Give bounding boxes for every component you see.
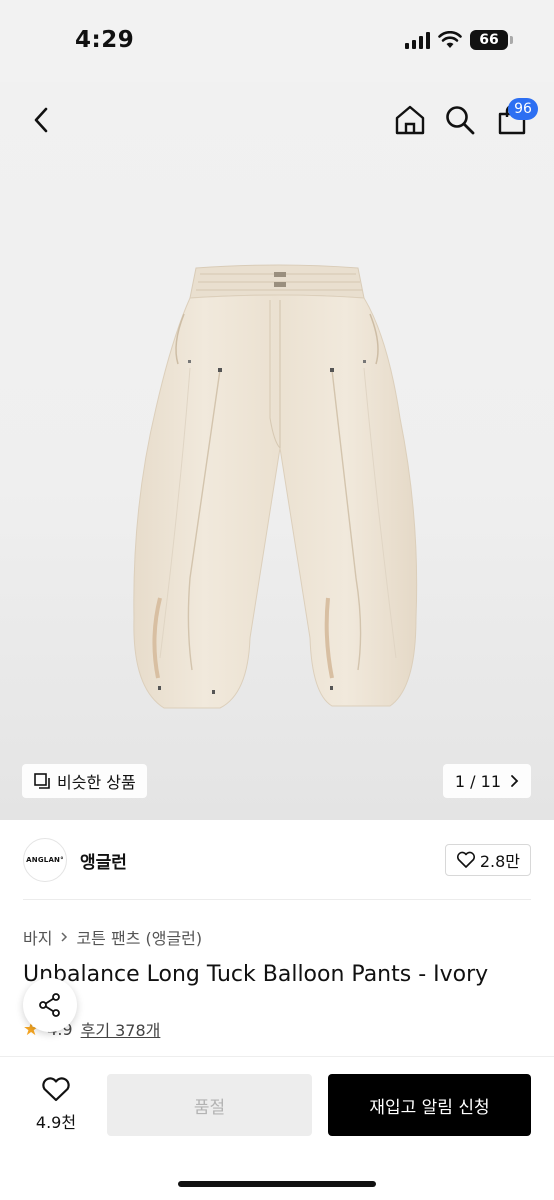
home-icon xyxy=(395,105,425,135)
brand-logo[interactable]: ANGLAN° xyxy=(23,838,67,882)
wishlist-button[interactable]: 4.9천 xyxy=(26,1075,86,1135)
wifi-icon xyxy=(438,31,462,48)
status-time: 4:29 xyxy=(75,27,135,53)
product-gallery[interactable]: 96 비슷한 상품 1 / 11 xyxy=(0,82,554,820)
wishlist-count: 4.9천 xyxy=(35,1113,77,1132)
image-page-indicator[interactable]: 1 / 11 xyxy=(442,764,531,798)
restock-alert-button[interactable]: 재입고 알림 신청 xyxy=(328,1074,531,1136)
status-bar: 4:29 66 xyxy=(0,0,554,82)
brand-row: ANGLAN° 앵글런 2.8만 xyxy=(0,836,554,884)
heart-icon xyxy=(456,851,475,868)
chevron-right-icon xyxy=(511,775,519,787)
home-indicator[interactable] xyxy=(178,1181,376,1187)
breadcrumb-subcategory[interactable]: 코튼 팬츠 (앵글런) xyxy=(76,925,202,949)
breadcrumb: 바지 코튼 팬츠 (앵글런) xyxy=(23,925,202,949)
heart-icon xyxy=(42,1077,70,1102)
chevron-right-icon xyxy=(61,932,68,942)
soldout-button[interactable]: 품절 xyxy=(107,1074,312,1136)
share-button[interactable] xyxy=(23,978,77,1032)
back-icon xyxy=(34,107,48,133)
back-button[interactable] xyxy=(24,102,58,138)
battery-level: 66 xyxy=(479,32,499,48)
share-icon xyxy=(39,993,60,1017)
search-button[interactable] xyxy=(442,102,478,138)
cart-button[interactable]: 96 xyxy=(494,98,538,138)
brand-like-count: 2.8만 xyxy=(479,852,520,871)
search-icon xyxy=(446,106,475,135)
similar-products-label: 비슷한 상품 xyxy=(57,773,136,792)
similar-icon xyxy=(34,773,50,789)
product-image xyxy=(133,264,418,709)
similar-products-button[interactable]: 비슷한 상품 xyxy=(22,764,147,798)
brand-like-button[interactable]: 2.8만 xyxy=(444,844,531,876)
page-indicator-text: 1 / 11 xyxy=(454,771,501,791)
divider xyxy=(23,899,531,900)
signal-icon xyxy=(405,31,430,49)
battery-icon: 66 xyxy=(470,30,513,50)
reviews-link[interactable]: 후기 378개 xyxy=(81,1017,161,1041)
brand-name[interactable]: 앵글런 xyxy=(80,848,127,873)
home-button[interactable] xyxy=(392,102,428,138)
top-nav: 96 xyxy=(0,82,554,158)
status-icons: 66 xyxy=(405,30,513,50)
cart-count-badge: 96 xyxy=(508,98,538,120)
bottom-action-bar: 4.9천 품절 재입고 알림 신청 xyxy=(0,1056,554,1200)
product-title: Unbalance Long Tuck Balloon Pants - Ivor… xyxy=(23,962,489,987)
breadcrumb-category[interactable]: 바지 xyxy=(23,925,52,949)
